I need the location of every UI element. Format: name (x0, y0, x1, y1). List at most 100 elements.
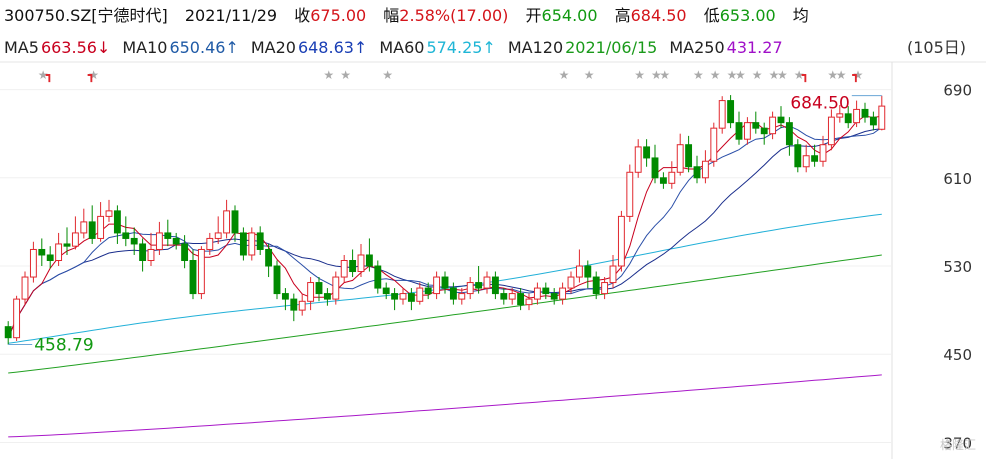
event-star-icon: ★ (340, 68, 351, 82)
candle-body (105, 210, 113, 217)
candle-body (785, 122, 793, 146)
event-star-icon: ★ (323, 68, 334, 82)
ma250-line (8, 374, 882, 438)
candle-body (643, 146, 651, 159)
candle-body (164, 232, 172, 239)
candle-body (676, 144, 684, 173)
candle-body (533, 287, 541, 300)
candle-body (332, 276, 340, 300)
candle-body (113, 210, 121, 234)
candle-body (63, 243, 71, 247)
candle-body (769, 116, 777, 135)
ma5-line (7, 115, 882, 338)
candle-body (273, 265, 281, 295)
event-star-icon: ★ (777, 68, 788, 82)
event-flag-icon: ┓ (88, 68, 95, 83)
candle-body (55, 243, 63, 261)
candle-body (752, 122, 760, 129)
candle-body (802, 155, 810, 168)
event-star-icon: ★ (634, 68, 645, 82)
candle-body (878, 105, 886, 130)
candle-body (718, 100, 726, 129)
candle-body (592, 276, 600, 295)
candle-body (567, 276, 575, 289)
candle-body (475, 282, 483, 289)
candle-body (80, 221, 88, 234)
candle-body (181, 243, 189, 261)
event-flag-icon: ┓ (852, 68, 859, 83)
candle-body (323, 293, 331, 300)
candle-body (601, 282, 609, 295)
candle-body (668, 171, 676, 184)
candle-body (223, 210, 231, 234)
event-star-icon: ★ (735, 68, 746, 82)
candle-body (844, 113, 852, 124)
candle-body (760, 127, 768, 135)
candle-body (357, 254, 365, 273)
candle-body (777, 116, 785, 124)
candle-body (206, 237, 214, 250)
candle-body (231, 210, 239, 234)
candle-body (265, 248, 273, 267)
candle-body (97, 215, 105, 239)
candle-body (508, 293, 516, 300)
candle-body (214, 232, 222, 239)
candle-body (248, 232, 256, 256)
candle-body (424, 287, 432, 295)
candle-body (727, 100, 735, 124)
candle-body (349, 260, 357, 273)
candle-body (701, 160, 709, 179)
candle-body (38, 248, 46, 256)
candle-body (466, 282, 474, 295)
y-tick-label: 450 (943, 346, 972, 364)
candle-body (500, 293, 508, 300)
candle-body (4, 326, 12, 339)
candle-body (651, 157, 659, 179)
candle-body (609, 265, 617, 284)
candle-body (13, 298, 21, 339)
candle-body (122, 232, 130, 239)
high-annotation: 684.50 (790, 94, 849, 114)
candle-body (407, 293, 415, 302)
candlestick-chart: 690610530450370★ ★ ★ ★ ★ ★ ★ ★ ★★ ★ ★ ★★ ★ ★★ ★ ★★ ★┓ ┓ ┓ ┓… (0, 61, 986, 459)
candle-body (71, 232, 79, 247)
candle-body (869, 116, 877, 126)
event-star-icon: ★ (559, 68, 570, 82)
candle-body (298, 300, 306, 311)
event-star-icon: ★ (382, 68, 393, 82)
candle-body (584, 265, 592, 278)
candle-body (449, 287, 457, 300)
candle-body (819, 144, 827, 162)
candle-body (21, 276, 29, 300)
event-star-icon: ★ (693, 68, 704, 82)
y-tick-label: 610 (943, 170, 972, 188)
candle-body (29, 248, 37, 278)
candle-body (743, 122, 751, 140)
candle-body (290, 298, 298, 311)
candle-body (626, 171, 634, 217)
candle-body (517, 293, 525, 306)
event-flag-icon: ┓ (46, 68, 53, 83)
candle-body (433, 276, 441, 295)
candle-body (827, 116, 835, 146)
candle-body (399, 293, 407, 300)
candle-body (155, 232, 163, 250)
event-star-icon: ★ (584, 68, 595, 82)
candle-body (458, 293, 466, 300)
candle-body (172, 237, 180, 245)
candle-body (659, 177, 667, 184)
candle-body (634, 146, 642, 173)
candle-body (550, 293, 558, 300)
candle-body (239, 232, 247, 256)
candle-body (382, 287, 390, 295)
ma10-line (7, 125, 883, 338)
y-tick-label: 690 (943, 82, 972, 100)
candle-body (197, 248, 205, 295)
candle-body (139, 243, 147, 261)
candle-body (281, 293, 289, 300)
candle-body (811, 155, 819, 162)
watermark: 格隆汇 (939, 438, 976, 452)
candle-body (189, 260, 197, 295)
candle-body (735, 122, 743, 140)
candle-body (46, 254, 54, 262)
